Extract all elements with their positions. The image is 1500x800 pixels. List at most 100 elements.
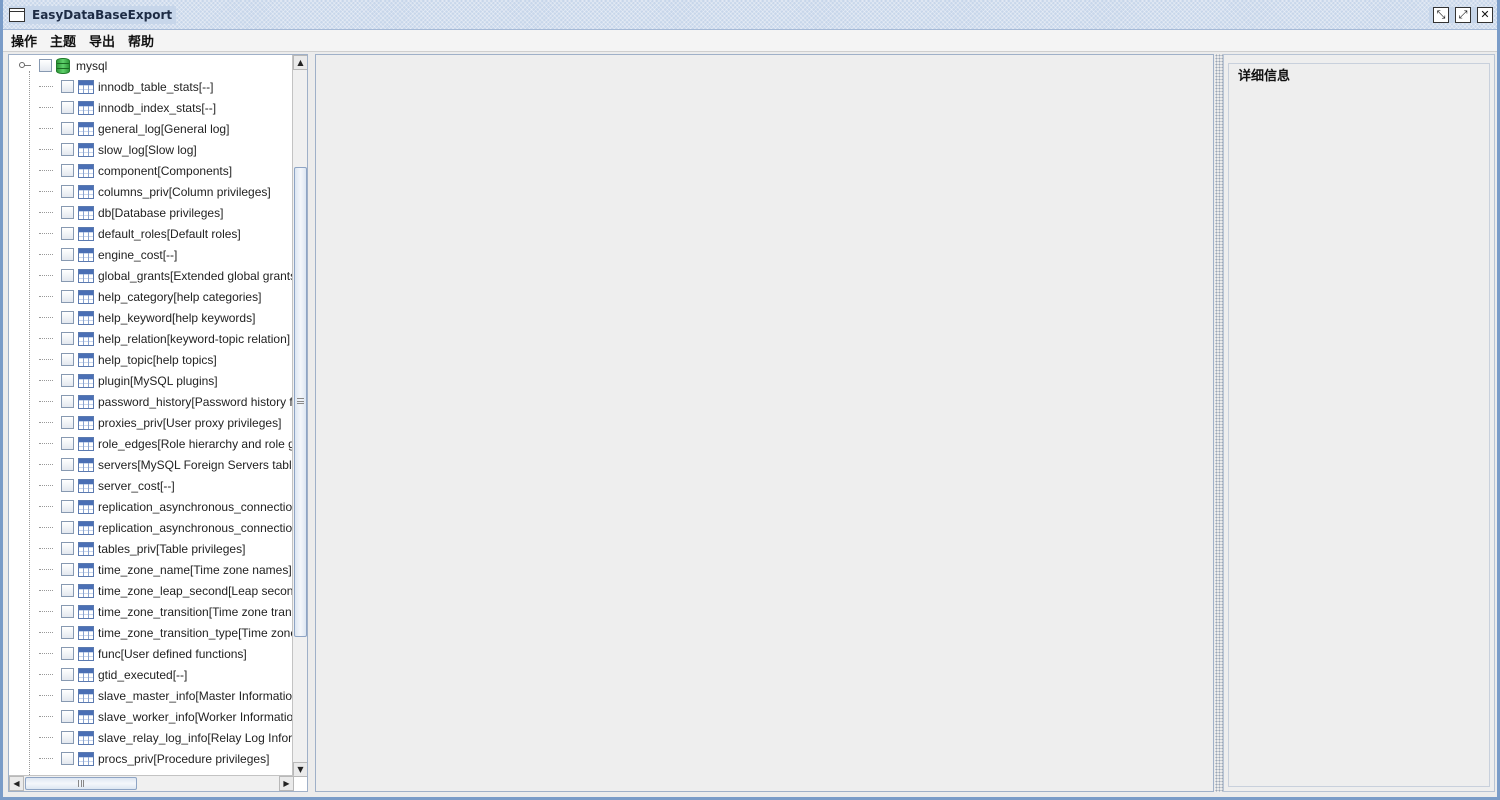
tree-connector bbox=[39, 443, 53, 444]
main-area: mysql innodb_table_stats[--] innodb_index… bbox=[8, 54, 1495, 794]
scrollbar-thumb-horizontal[interactable] bbox=[25, 777, 137, 790]
table-row[interactable]: func[User defined functions] bbox=[39, 643, 293, 664]
table-checkbox[interactable] bbox=[61, 521, 74, 534]
scroll-left-icon[interactable]: ◀ bbox=[9, 776, 24, 791]
menu-export[interactable]: 导出 bbox=[89, 31, 115, 50]
table-checkbox[interactable] bbox=[61, 437, 74, 450]
table-checkbox[interactable] bbox=[61, 626, 74, 639]
table-checkbox[interactable] bbox=[61, 332, 74, 345]
table-row[interactable]: role_edges[Role hierarchy and role g bbox=[39, 433, 293, 454]
tree-connector bbox=[39, 548, 53, 549]
table-row[interactable]: db[Database privileges] bbox=[39, 202, 293, 223]
table-checkbox[interactable] bbox=[61, 80, 74, 93]
table-row[interactable]: procs_priv[Procedure privileges] bbox=[39, 748, 293, 769]
title-bar[interactable]: EasyDataBaseExport ⤡ ⤢ ✕ bbox=[3, 0, 1497, 30]
table-row[interactable]: component[Components] bbox=[39, 160, 293, 181]
table-row[interactable]: global_grants[Extended global grants] bbox=[39, 265, 293, 286]
table-row[interactable]: password_history[Password history f bbox=[39, 391, 293, 412]
tree-expand-icon[interactable] bbox=[19, 62, 25, 68]
table-checkbox[interactable] bbox=[61, 710, 74, 723]
table-row[interactable]: innodb_index_stats[--] bbox=[39, 97, 293, 118]
table-checkbox[interactable] bbox=[61, 668, 74, 681]
tree-vertical-scrollbar[interactable]: ▲ ▼ bbox=[292, 55, 307, 777]
table-row[interactable]: general_log[General log] bbox=[39, 118, 293, 139]
scroll-right-icon[interactable]: ▶ bbox=[279, 776, 294, 791]
table-row[interactable]: slave_worker_info[Worker Informatio bbox=[39, 706, 293, 727]
table-checkbox[interactable] bbox=[61, 122, 74, 135]
table-checkbox[interactable] bbox=[61, 248, 74, 261]
table-checkbox[interactable] bbox=[61, 752, 74, 765]
tree-connector bbox=[39, 380, 53, 381]
table-checkbox[interactable] bbox=[61, 227, 74, 240]
table-label: servers[MySQL Foreign Servers table bbox=[98, 457, 293, 472]
table-row[interactable]: replication_asynchronous_connectio bbox=[39, 517, 293, 538]
table-checkbox[interactable] bbox=[61, 374, 74, 387]
table-row[interactable]: slave_master_info[Master Informatio bbox=[39, 685, 293, 706]
table-label: replication_asynchronous_connectio bbox=[98, 520, 293, 535]
table-checkbox[interactable] bbox=[61, 143, 74, 156]
table-icon bbox=[78, 667, 94, 682]
table-row[interactable]: time_zone_leap_second[Leap secon bbox=[39, 580, 293, 601]
table-checkbox[interactable] bbox=[61, 647, 74, 660]
table-row[interactable]: slow_log[Slow log] bbox=[39, 139, 293, 160]
menu-operate[interactable]: 操作 bbox=[11, 31, 37, 50]
tree-horizontal-scrollbar[interactable]: ◀ ▶ bbox=[9, 775, 294, 791]
table-row[interactable]: help_keyword[help keywords] bbox=[39, 307, 293, 328]
table-checkbox[interactable] bbox=[61, 563, 74, 576]
menu-help[interactable]: 帮助 bbox=[128, 31, 154, 50]
table-icon bbox=[78, 79, 94, 94]
table-checkbox[interactable] bbox=[61, 311, 74, 324]
scrollbar-thumb[interactable] bbox=[294, 167, 307, 637]
table-row[interactable]: engine_cost[--] bbox=[39, 244, 293, 265]
table-row[interactable]: time_zone_transition[Time zone tran bbox=[39, 601, 293, 622]
table-row[interactable]: gtid_executed[--] bbox=[39, 664, 293, 685]
table-checkbox[interactable] bbox=[61, 584, 74, 597]
scroll-up-icon[interactable]: ▲ bbox=[293, 55, 307, 70]
table-checkbox[interactable] bbox=[61, 185, 74, 198]
table-checkbox[interactable] bbox=[61, 500, 74, 513]
table-label: time_zone_name[Time zone names] bbox=[98, 562, 292, 577]
table-row[interactable]: help_category[help categories] bbox=[39, 286, 293, 307]
menu-theme[interactable]: 主题 bbox=[50, 31, 76, 50]
table-checkbox[interactable] bbox=[61, 101, 74, 114]
minimize-icon[interactable]: ⤡ bbox=[1433, 7, 1449, 23]
table-row[interactable]: plugin[MySQL plugins] bbox=[39, 370, 293, 391]
table-checkbox[interactable] bbox=[61, 605, 74, 618]
table-checkbox[interactable] bbox=[61, 164, 74, 177]
table-row[interactable]: server_cost[--] bbox=[39, 475, 293, 496]
table-row[interactable]: columns_priv[Column privileges] bbox=[39, 181, 293, 202]
tree-connector bbox=[39, 338, 53, 339]
table-row[interactable]: proxies_priv[User proxy privileges] bbox=[39, 412, 293, 433]
table-checkbox[interactable] bbox=[61, 290, 74, 303]
table-checkbox[interactable] bbox=[61, 731, 74, 744]
table-checkbox[interactable] bbox=[61, 479, 74, 492]
table-label: db[Database privileges] bbox=[98, 205, 224, 220]
table-icon bbox=[78, 436, 94, 451]
table-tree: mysql innodb_table_stats[--] innodb_index… bbox=[9, 55, 293, 775]
table-checkbox[interactable] bbox=[61, 689, 74, 702]
table-row[interactable]: time_zone_transition_type[Time zone bbox=[39, 622, 293, 643]
table-checkbox[interactable] bbox=[61, 416, 74, 429]
table-row[interactable]: replication_asynchronous_connectio bbox=[39, 496, 293, 517]
table-row[interactable]: help_topic[help topics] bbox=[39, 349, 293, 370]
tree-toggle[interactable] bbox=[13, 55, 35, 76]
table-row[interactable]: slave_relay_log_info[Relay Log Infor bbox=[39, 727, 293, 748]
root-checkbox[interactable] bbox=[39, 59, 52, 72]
table-row[interactable]: servers[MySQL Foreign Servers table bbox=[39, 454, 293, 475]
maximize-icon[interactable]: ⤢ bbox=[1455, 7, 1471, 23]
table-row[interactable]: innodb_table_stats[--] bbox=[39, 76, 293, 97]
close-icon[interactable]: ✕ bbox=[1477, 7, 1493, 23]
table-row[interactable]: help_relation[keyword-topic relation] bbox=[39, 328, 293, 349]
table-checkbox[interactable] bbox=[61, 269, 74, 282]
scroll-down-icon[interactable]: ▼ bbox=[293, 762, 307, 777]
right-splitter[interactable] bbox=[1215, 54, 1223, 792]
table-checkbox[interactable] bbox=[61, 353, 74, 366]
table-row[interactable]: time_zone_name[Time zone names] bbox=[39, 559, 293, 580]
tree-root-row[interactable]: mysql bbox=[13, 55, 293, 76]
table-checkbox[interactable] bbox=[61, 458, 74, 471]
table-row[interactable]: tables_priv[Table privileges] bbox=[39, 538, 293, 559]
table-checkbox[interactable] bbox=[61, 395, 74, 408]
table-checkbox[interactable] bbox=[61, 542, 74, 555]
table-row[interactable]: default_roles[Default roles] bbox=[39, 223, 293, 244]
table-checkbox[interactable] bbox=[61, 206, 74, 219]
